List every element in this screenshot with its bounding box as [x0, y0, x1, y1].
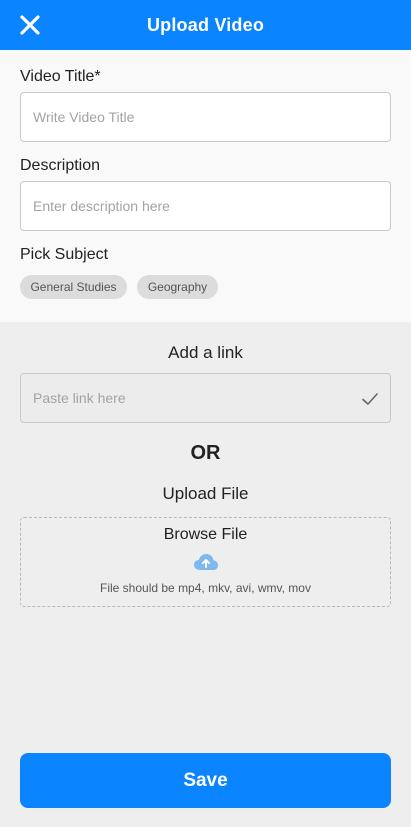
subject-chip-general-studies[interactable]: General Studies: [20, 275, 127, 299]
link-input[interactable]: [21, 374, 341, 422]
link-field: [20, 373, 391, 423]
page-title: Upload Video: [146, 14, 265, 35]
subject-chip-geography[interactable]: Geography: [137, 275, 218, 299]
or-divider: OR: [190, 442, 221, 464]
description-label: Description: [20, 157, 101, 174]
video-title-input[interactable]: [20, 92, 391, 142]
save-button[interactable]: Save: [20, 753, 391, 808]
description-input[interactable]: [20, 181, 391, 231]
file-type-hint: File should be mp4, mkv, avi, wmv, mov: [100, 581, 311, 595]
close-button[interactable]: [18, 13, 42, 37]
video-title-label: Video Title*: [20, 68, 101, 85]
add-link-title: Add a link: [168, 343, 243, 362]
close-icon: [20, 15, 40, 35]
check-icon[interactable]: [360, 389, 380, 409]
app-header: Upload Video: [0, 0, 411, 50]
cloud-upload-icon: [194, 554, 218, 570]
file-dropzone[interactable]: Browse File File should be mp4, mkv, avi…: [20, 517, 391, 607]
pick-subject-label: Pick Subject: [20, 246, 109, 263]
browse-file-label: Browse File: [163, 526, 248, 543]
upload-file-title: Upload File: [162, 484, 249, 503]
